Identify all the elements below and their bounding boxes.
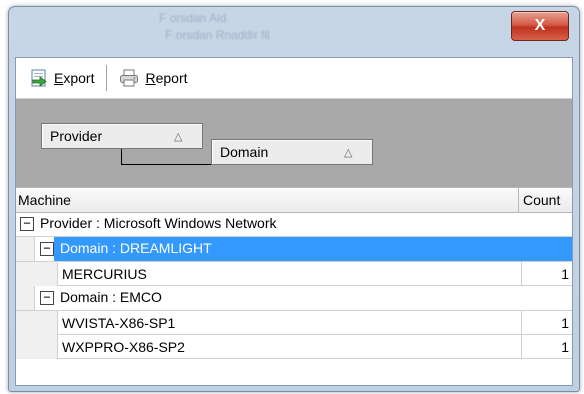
cell-count[interactable]: 1 (522, 262, 572, 286)
group-row-label: Domain : EMCO (60, 289, 162, 305)
table-row[interactable]: MERCURIUS 1 (16, 262, 572, 286)
group-chip-domain[interactable]: Domain △ (211, 139, 373, 165)
close-button[interactable]: X (511, 11, 569, 41)
indent-band (16, 286, 35, 310)
export-label: Export (54, 70, 95, 86)
toolbar: Export Report (16, 58, 572, 99)
client-area: Export Report Provider △ Domain △ Machin… (15, 57, 573, 386)
column-header: Machine Count (16, 187, 572, 213)
title-bar[interactable]: F orsdan Ald F orsdan Rnaddir fil X (9, 7, 579, 57)
cell-machine[interactable]: MERCURIUS (58, 262, 522, 286)
cell-text: 1 (561, 314, 569, 331)
report-label: Report (145, 70, 188, 86)
column-header-label: Count (523, 192, 561, 208)
group-row-label: Domain : DREAMLIGHT (60, 240, 212, 256)
group-connector-line (121, 148, 212, 165)
group-chip-label: Provider (50, 128, 103, 144)
export-icon (31, 69, 47, 87)
export-button[interactable]: Export (26, 63, 98, 93)
close-icon: X (534, 17, 546, 34)
indent-band (16, 311, 58, 335)
sort-ascending-icon: △ (174, 130, 183, 143)
cell-count[interactable]: 1 (522, 311, 572, 335)
collapse-icon[interactable]: − (40, 291, 54, 305)
cell-text: 1 (561, 265, 569, 282)
indent-band (16, 237, 35, 261)
cell-text: WXPPRO-X86-SP2 (62, 338, 185, 355)
column-header-machine[interactable]: Machine (16, 188, 519, 212)
cell-text: WVISTA-X86-SP1 (62, 314, 176, 331)
collapse-icon[interactable]: − (40, 242, 54, 256)
group-row-domain[interactable]: − Domain : EMCO (16, 286, 572, 311)
group-chip-provider[interactable]: Provider △ (41, 123, 203, 149)
toolbar-separator (106, 65, 108, 91)
background-window-text: F orsdan Rnaddir fil (165, 28, 270, 42)
cell-count[interactable]: 1 (522, 335, 572, 359)
group-row-label: Provider : Microsoft Windows Network (40, 215, 277, 231)
grid-rows: − Provider : Microsoft Windows Network −… (16, 212, 572, 359)
group-row-provider[interactable]: − Provider : Microsoft Windows Network (16, 212, 572, 237)
group-row-domain[interactable]: − Domain : DREAMLIGHT (16, 237, 572, 262)
group-chip-label: Domain (220, 144, 269, 160)
column-header-label: Machine (18, 192, 71, 208)
background-window-text: F orsdan Ald (159, 11, 227, 25)
sort-ascending-icon: △ (344, 146, 353, 159)
table-row[interactable]: WXPPRO-X86-SP2 1 (16, 335, 572, 359)
window: F orsdan Ald F orsdan Rnaddir fil X Expo… (8, 6, 580, 392)
collapse-icon[interactable]: − (20, 217, 34, 231)
report-button[interactable]: Report (115, 63, 191, 93)
cell-text: MERCURIUS (62, 265, 147, 282)
column-header-count[interactable]: Count (519, 188, 572, 212)
cell-machine[interactable]: WXPPRO-X86-SP2 (58, 335, 522, 359)
cell-machine[interactable]: WVISTA-X86-SP1 (58, 311, 522, 335)
indent-band (16, 262, 58, 286)
indent-band (16, 335, 58, 359)
group-by-panel[interactable]: Provider △ Domain △ (16, 99, 572, 187)
cell-text: 1 (561, 338, 569, 355)
table-row[interactable]: WVISTA-X86-SP1 1 (16, 311, 572, 335)
printer-icon (120, 69, 139, 87)
